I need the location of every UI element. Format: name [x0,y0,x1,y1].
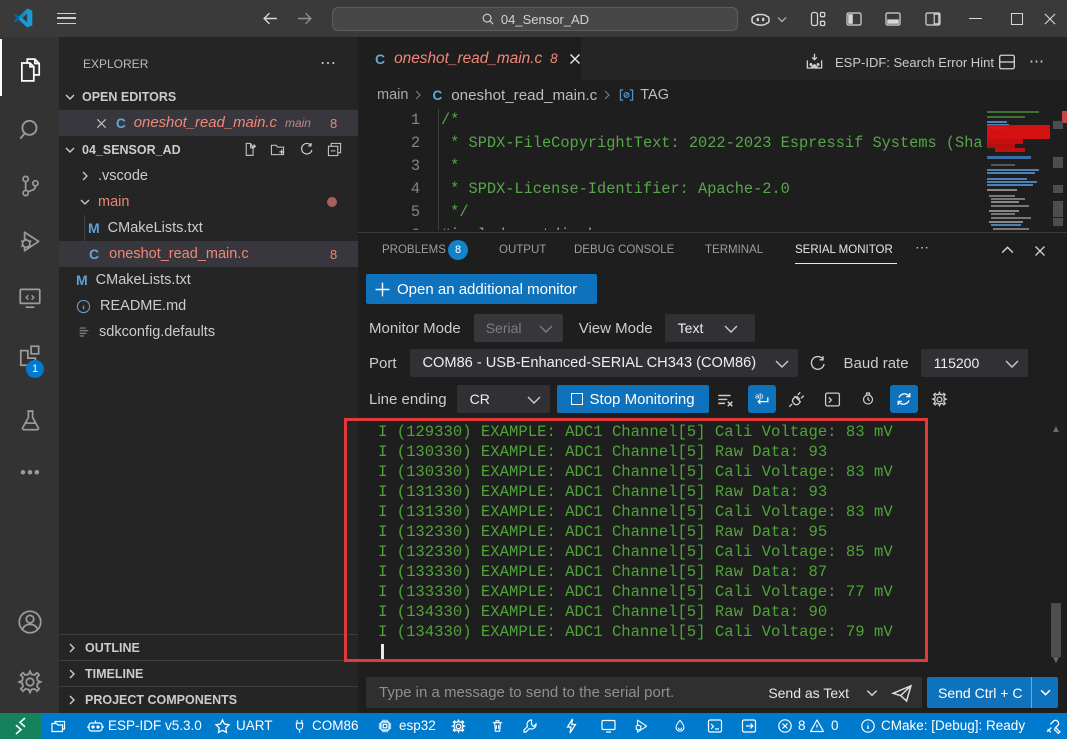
svg-text:ab: ab [755,391,763,400]
